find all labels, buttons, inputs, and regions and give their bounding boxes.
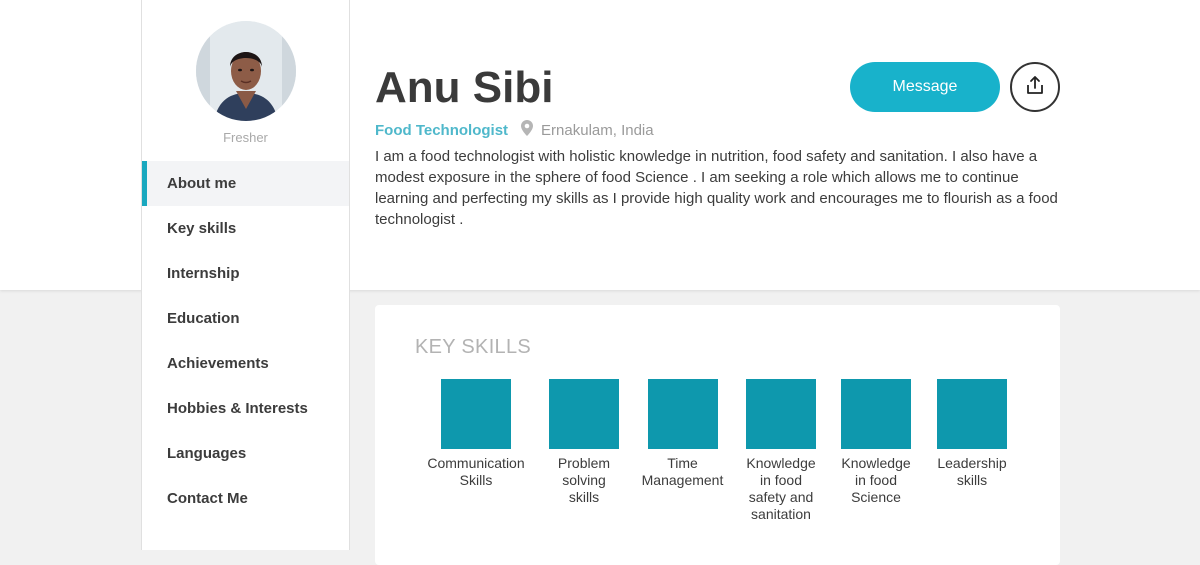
profile-location: Ernakulam, India: [541, 122, 654, 139]
skill-item: Leadership skills: [927, 379, 1017, 489]
sidebar-item-achievements[interactable]: Achievements: [142, 341, 349, 386]
skill-label: Knowledge in food safety and sanitation: [746, 455, 816, 522]
avatar: [196, 21, 296, 121]
skill-item: Knowledge in food safety and sanitation: [734, 379, 828, 523]
profile-role: Food Technologist: [375, 122, 509, 139]
profile-bio: I am a food technologist with holistic k…: [375, 148, 1058, 228]
profile-status: Fresher: [223, 130, 268, 145]
skill-label: Problem solving skills: [557, 455, 611, 505]
sidebar-item-key-skills[interactable]: Key skills: [142, 206, 349, 251]
sidebar-item-languages[interactable]: Languages: [142, 431, 349, 476]
key-skills-title: KEY SKILLS: [415, 336, 532, 358]
sidebar: Fresher About me Key skills Internship E…: [141, 0, 350, 550]
skill-tile: [549, 379, 619, 449]
skill-tile: [841, 379, 911, 449]
skill-item: Time Management: [635, 379, 730, 489]
share-upload-icon: [1025, 75, 1045, 100]
skill-tile: [647, 379, 718, 449]
skill-label: Communication Skills: [427, 455, 525, 488]
sidebar-item-contact-me[interactable]: Contact Me: [142, 476, 349, 521]
message-button[interactable]: Message: [850, 62, 1000, 112]
profile-meta: Food Technologist Ernakulam, India: [375, 120, 654, 142]
skill-tile: [937, 379, 1007, 449]
sidebar-item-hobbies-interests[interactable]: Hobbies & Interests: [142, 386, 349, 431]
sidebar-item-about-me[interactable]: About me: [142, 161, 349, 206]
share-button[interactable]: [1010, 62, 1060, 112]
skill-item: Problem solving skills: [539, 379, 629, 506]
sidebar-nav: About me Key skills Internship Education…: [142, 161, 349, 521]
sidebar-item-internship[interactable]: Internship: [142, 251, 349, 296]
skill-item: Knowledge in food Science: [831, 379, 921, 506]
skill-label: Leadership skills: [937, 455, 1007, 488]
key-skills-card: KEY SKILLS Communication Skills Problem …: [375, 305, 1060, 565]
skill-label: Time Management: [641, 455, 724, 488]
sidebar-item-education[interactable]: Education: [142, 296, 349, 341]
skill-tile: [746, 379, 816, 449]
skill-item: Communication Skills: [415, 379, 537, 489]
avatar-photo: [196, 21, 296, 121]
profile-name: Anu Sibi: [375, 63, 554, 112]
skill-tile: [441, 379, 511, 449]
skill-label: Knowledge in food Science: [841, 455, 911, 505]
location-pin-icon: [521, 120, 534, 142]
